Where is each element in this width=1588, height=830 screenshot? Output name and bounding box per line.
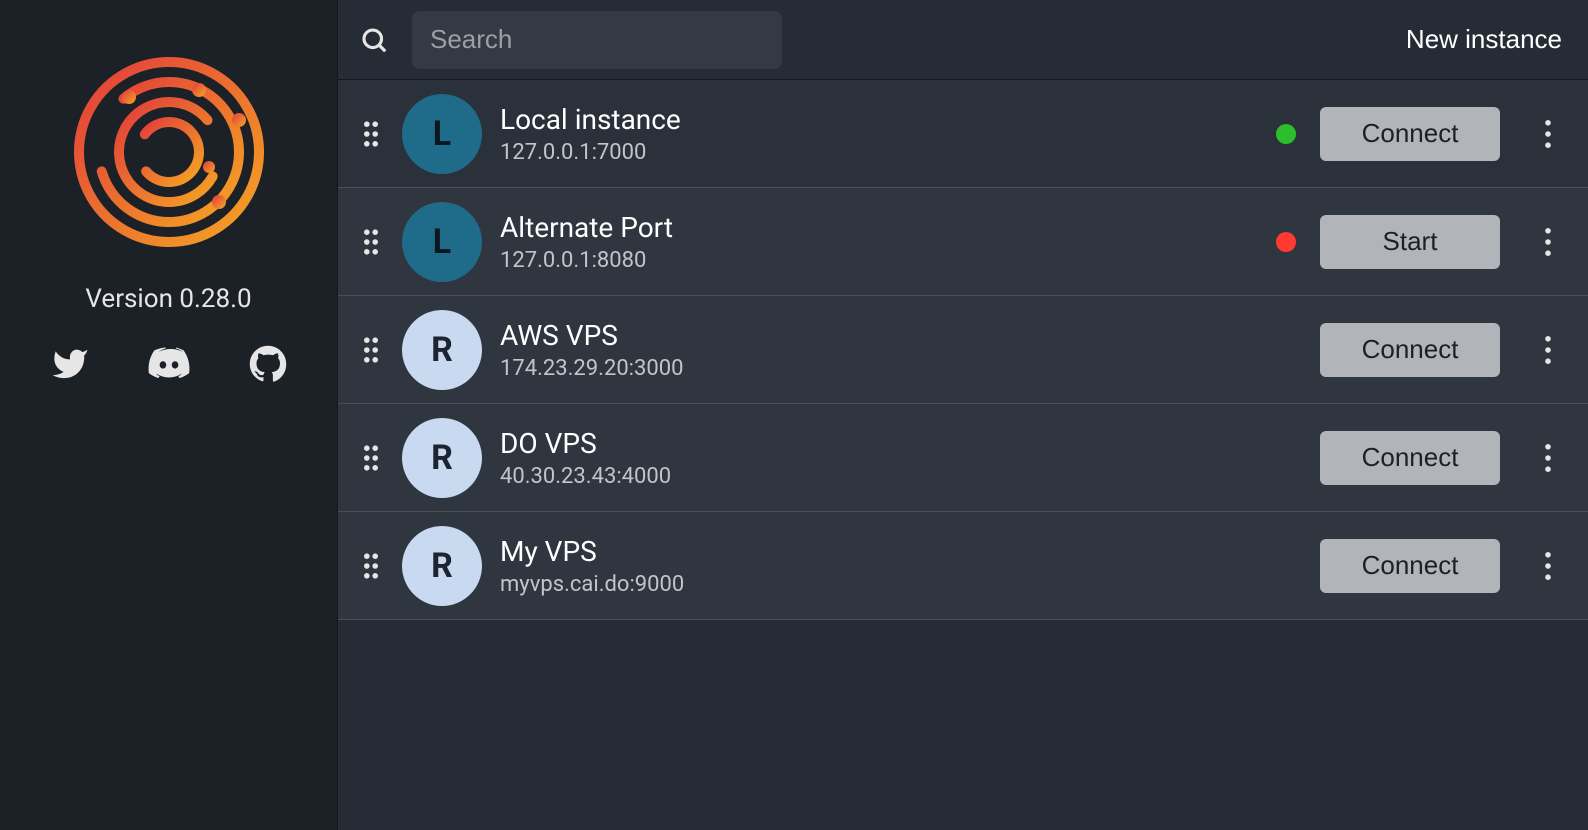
instance-avatar: R	[402, 418, 482, 498]
status-dot-icon	[1276, 124, 1296, 144]
drag-handle-icon[interactable]	[358, 226, 384, 258]
twitter-link[interactable]	[51, 345, 89, 387]
instance-address: 127.0.0.1:8080	[500, 248, 1258, 273]
instance-text: Alternate Port 127.0.0.1:8080	[500, 211, 1258, 273]
discord-link[interactable]	[147, 342, 191, 390]
main-panel: New instance L Local instance 127.0.0.1:70…	[338, 0, 1588, 830]
github-icon	[249, 345, 287, 383]
new-instance-button[interactable]: New instance	[1406, 24, 1562, 55]
connect-button[interactable]: Connect	[1320, 323, 1500, 377]
drag-handle-icon[interactable]	[358, 334, 384, 366]
more-vertical-icon	[1544, 336, 1552, 364]
instance-name: DO VPS	[500, 427, 1302, 460]
instance-row[interactable]: R My VPS myvps.cai.do:9000 Connect	[338, 512, 1588, 620]
start-button[interactable]: Start	[1320, 215, 1500, 269]
status-dot-icon	[1276, 232, 1296, 252]
connect-button[interactable]: Connect	[1320, 539, 1500, 593]
instance-avatar: R	[402, 526, 482, 606]
row-menu-button[interactable]	[1528, 330, 1568, 370]
more-vertical-icon	[1544, 228, 1552, 256]
drag-handle-icon[interactable]	[358, 118, 384, 150]
search-button[interactable]	[354, 20, 394, 60]
instance-address: 127.0.0.1:7000	[500, 140, 1258, 165]
more-vertical-icon	[1544, 444, 1552, 472]
connect-button[interactable]: Connect	[1320, 431, 1500, 485]
instance-address: 174.23.29.20:3000	[500, 356, 1302, 381]
instance-row[interactable]: L Local instance 127.0.0.1:7000 Connect	[338, 80, 1588, 188]
instance-avatar: L	[402, 202, 482, 282]
app-logo	[69, 52, 269, 256]
row-menu-button[interactable]	[1528, 546, 1568, 586]
search-input[interactable]	[412, 11, 782, 69]
instance-text: AWS VPS 174.23.29.20:3000	[500, 319, 1302, 381]
instance-text: Local instance 127.0.0.1:7000	[500, 103, 1258, 165]
row-menu-button[interactable]	[1528, 222, 1568, 262]
instance-row[interactable]: R DO VPS 40.30.23.43:4000 Connect	[338, 404, 1588, 512]
instance-row[interactable]: R AWS VPS 174.23.29.20:3000 Connect	[338, 296, 1588, 404]
version-label: Version 0.28.0	[85, 284, 251, 314]
drag-handle-icon[interactable]	[358, 550, 384, 582]
social-row	[51, 342, 287, 390]
instance-name: AWS VPS	[500, 319, 1302, 352]
instance-name: Alternate Port	[500, 211, 1258, 244]
instance-address: myvps.cai.do:9000	[500, 572, 1302, 597]
row-menu-button[interactable]	[1528, 438, 1568, 478]
more-vertical-icon	[1544, 120, 1552, 148]
more-vertical-icon	[1544, 552, 1552, 580]
connect-button[interactable]: Connect	[1320, 107, 1500, 161]
instance-address: 40.30.23.43:4000	[500, 464, 1302, 489]
instance-list: L Local instance 127.0.0.1:7000 Connect L Alt…	[338, 80, 1588, 620]
github-link[interactable]	[249, 345, 287, 387]
instance-row[interactable]: L Alternate Port 127.0.0.1:8080 Start	[338, 188, 1588, 296]
twitter-icon	[51, 345, 89, 383]
discord-icon	[147, 342, 191, 386]
instance-text: My VPS myvps.cai.do:9000	[500, 535, 1302, 597]
topbar: New instance	[338, 0, 1588, 80]
instance-name: Local instance	[500, 103, 1258, 136]
instance-text: DO VPS 40.30.23.43:4000	[500, 427, 1302, 489]
search-icon	[359, 25, 389, 55]
row-menu-button[interactable]	[1528, 114, 1568, 154]
instance-avatar: L	[402, 94, 482, 174]
instance-avatar: R	[402, 310, 482, 390]
instance-name: My VPS	[500, 535, 1302, 568]
sidebar: Version 0.28.0	[0, 0, 338, 830]
drag-handle-icon[interactable]	[358, 442, 384, 474]
